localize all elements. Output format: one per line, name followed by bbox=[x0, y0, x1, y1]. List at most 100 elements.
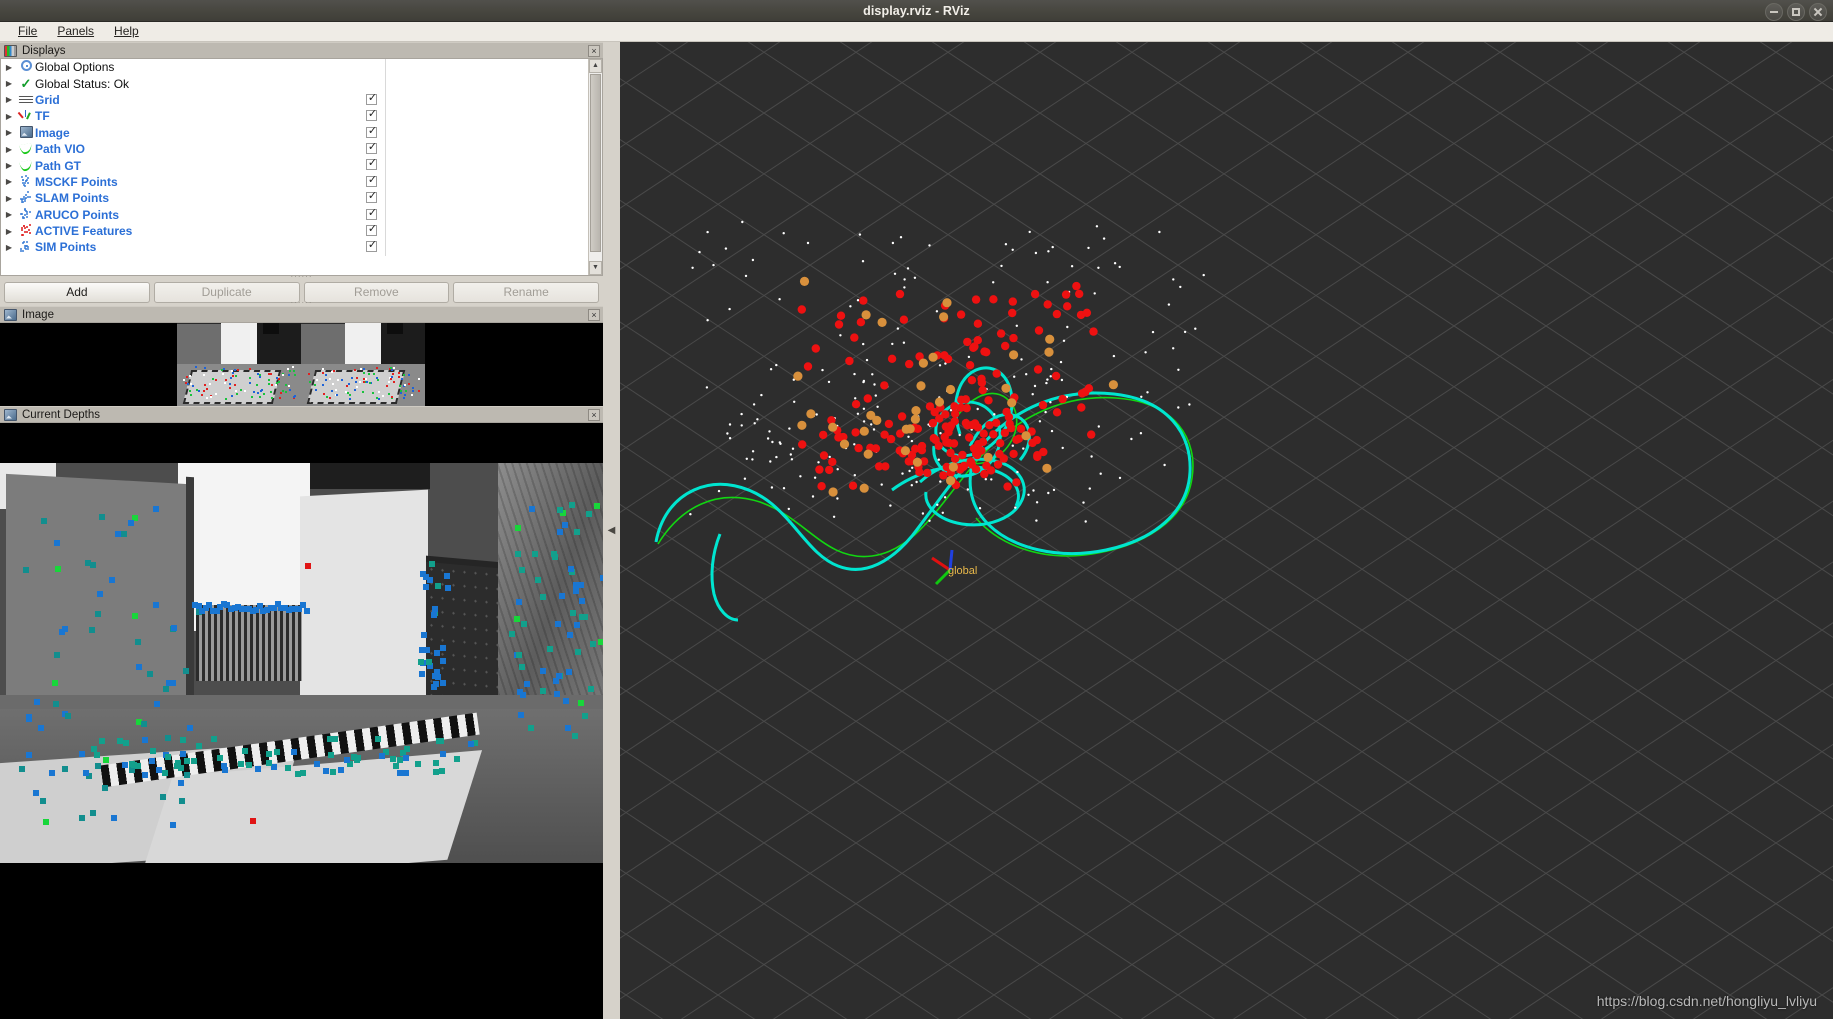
msckf-point bbox=[1049, 401, 1052, 404]
menu-panels[interactable]: Panels bbox=[47, 22, 104, 41]
depth-feature-point bbox=[444, 584, 451, 591]
feature-point bbox=[365, 377, 368, 380]
tree-item-aruco-points[interactable]: ▶ ARUCO Points bbox=[1, 206, 589, 223]
tree-item-checkbox[interactable] bbox=[366, 92, 378, 105]
3d-render-view[interactable]: global https://blog.csdn.net/hongliyu_lv… bbox=[620, 42, 1833, 1019]
tree-item-path-vio[interactable]: ▶ Path VIO bbox=[1, 140, 589, 158]
tree-item-global-options[interactable]: ▶ Global Options bbox=[1, 59, 589, 76]
msckf-point bbox=[935, 310, 939, 313]
msckf-point bbox=[907, 435, 910, 438]
image-panel-view[interactable] bbox=[0, 323, 603, 406]
msckf-point bbox=[1015, 324, 1018, 327]
expand-arrow-icon[interactable]: ▶ bbox=[1, 177, 17, 186]
msckf-point bbox=[941, 511, 944, 514]
depth-feature-point bbox=[586, 511, 593, 518]
scrollbar-thumb[interactable] bbox=[590, 74, 601, 252]
menu-help[interactable]: Help bbox=[104, 22, 149, 41]
menu-file-label: File bbox=[18, 24, 38, 38]
msckf-point bbox=[939, 432, 942, 435]
expand-arrow-icon[interactable]: ▶ bbox=[1, 112, 17, 121]
feature-point bbox=[356, 376, 359, 379]
depth-image bbox=[0, 463, 603, 863]
window-title: display.rviz - RViz bbox=[863, 4, 970, 18]
depth-panel-view[interactable] bbox=[0, 423, 603, 1019]
displays-tree[interactable]: ▶ Global Options ▶ ✓ Global Status: Ok ▶… bbox=[0, 59, 603, 276]
tree-item-sim-points[interactable]: ▶ SIM Points bbox=[1, 239, 589, 256]
expand-arrow-icon[interactable]: ▶ bbox=[1, 95, 17, 104]
pointcloud-icon bbox=[17, 240, 35, 254]
tree-item-checkbox[interactable] bbox=[366, 157, 378, 171]
image-icon bbox=[4, 408, 17, 421]
feature-point bbox=[275, 384, 278, 386]
feature-point bbox=[192, 384, 195, 387]
depth-feature-point bbox=[574, 529, 581, 536]
expand-arrow-icon[interactable]: ▶ bbox=[1, 63, 17, 72]
tree-item-checkbox[interactable] bbox=[366, 141, 378, 154]
msckf-point bbox=[1158, 230, 1161, 234]
close-icon[interactable] bbox=[1809, 3, 1827, 21]
scroll-up-icon[interactable]: ▲ bbox=[589, 59, 602, 73]
stereo-image-pair bbox=[177, 323, 425, 406]
displays-panel-close-button[interactable]: × bbox=[588, 45, 600, 57]
msckf-point bbox=[1034, 251, 1038, 255]
tree-item-checkbox[interactable] bbox=[366, 239, 378, 253]
tree-item-tf[interactable]: ▶ TF bbox=[1, 108, 589, 125]
dock-collapse-handle[interactable]: ◀ bbox=[603, 42, 620, 1019]
expand-arrow-icon[interactable]: ▶ bbox=[1, 128, 17, 137]
minimize-icon[interactable] bbox=[1765, 3, 1783, 21]
tree-item-global-status[interactable]: ▶ ✓ Global Status: Ok bbox=[1, 75, 589, 92]
depth-panel-close-button[interactable]: × bbox=[588, 409, 600, 421]
tree-item-image[interactable]: ▶ Image bbox=[1, 124, 589, 141]
msckf-point bbox=[1146, 391, 1149, 394]
msckf-point bbox=[978, 507, 982, 510]
displays-scrollbar[interactable]: ▲ ▼ bbox=[588, 59, 602, 275]
msckf-point bbox=[691, 266, 694, 269]
feature-point bbox=[200, 393, 203, 396]
tree-item-slam-points[interactable]: ▶ SLAM Points bbox=[1, 190, 589, 207]
maximize-icon[interactable] bbox=[1787, 3, 1805, 21]
tree-item-checkbox[interactable] bbox=[366, 223, 378, 236]
feature-point bbox=[222, 372, 225, 375]
depth-feature-point bbox=[375, 735, 382, 742]
tree-item-checkbox[interactable] bbox=[366, 207, 378, 220]
expand-arrow-icon[interactable]: ▶ bbox=[1, 145, 17, 154]
depth-feature-point bbox=[574, 648, 581, 655]
active-feature-point bbox=[992, 369, 1001, 378]
msckf-point bbox=[1090, 455, 1093, 458]
column-divider bbox=[385, 91, 386, 109]
depth-feature-point bbox=[379, 753, 386, 760]
expand-arrow-icon[interactable]: ▶ bbox=[1, 210, 17, 219]
msckf-point bbox=[915, 480, 918, 484]
expand-arrow-icon[interactable]: ▶ bbox=[1, 243, 17, 252]
depth-feature-point bbox=[290, 748, 297, 755]
feature-point bbox=[398, 384, 401, 387]
feature-point bbox=[321, 384, 324, 387]
image-panel-close-button[interactable]: × bbox=[588, 309, 600, 321]
depth-feature-point bbox=[99, 737, 106, 744]
depth-feature-point bbox=[574, 621, 581, 628]
tree-item-checkbox[interactable] bbox=[366, 108, 378, 122]
msckf-point bbox=[1093, 292, 1096, 295]
active-feature-point bbox=[974, 440, 983, 449]
tree-item-checkbox[interactable] bbox=[366, 174, 378, 187]
tree-item-active-features[interactable]: ▶ ACTIVE Features bbox=[1, 222, 589, 240]
depth-feature-point bbox=[419, 570, 426, 577]
expand-arrow-icon[interactable]: ▶ bbox=[1, 194, 17, 203]
expand-arrow-icon[interactable]: ▶ bbox=[1, 227, 17, 236]
feature-point bbox=[256, 391, 259, 394]
expand-arrow-icon[interactable]: ▶ bbox=[1, 161, 17, 170]
tree-item-checkbox[interactable] bbox=[366, 125, 378, 138]
scroll-down-icon[interactable]: ▼ bbox=[589, 261, 602, 275]
path-icon bbox=[17, 142, 35, 156]
msckf-point bbox=[740, 424, 743, 427]
tree-item-grid[interactable]: ▶ Grid bbox=[1, 91, 589, 109]
menu-file[interactable]: File bbox=[8, 22, 47, 41]
expand-arrow-icon[interactable]: ▶ bbox=[1, 79, 17, 88]
tree-item-msckf-points[interactable]: ▶ MSCKF Points bbox=[1, 173, 589, 191]
tree-item-path-gt[interactable]: ▶ Path GT bbox=[1, 157, 589, 174]
window-controls bbox=[1765, 3, 1827, 21]
displays-panel-title: Displays bbox=[22, 44, 66, 57]
tree-item-checkbox[interactable] bbox=[366, 190, 378, 204]
msckf-point bbox=[1139, 432, 1143, 435]
feature-point bbox=[277, 381, 280, 384]
